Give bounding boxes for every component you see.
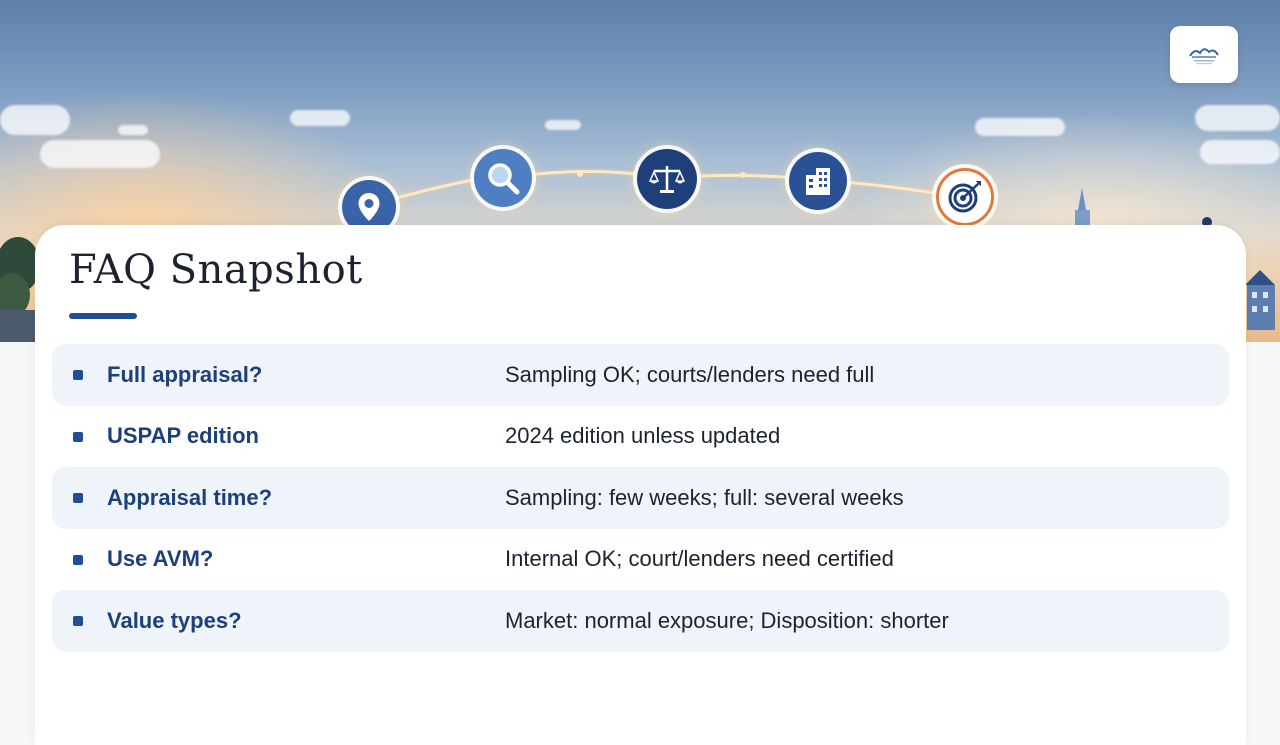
faq-list: Full appraisal? Sampling OK; courts/lend… bbox=[52, 344, 1229, 652]
faq-answer: Sampling OK; courts/lenders need full bbox=[505, 361, 875, 387]
target-icon bbox=[936, 168, 994, 226]
bullet-icon bbox=[73, 554, 83, 565]
company-logo bbox=[1170, 26, 1238, 83]
faq-row: USPAP edition 2024 edition unless update… bbox=[52, 406, 1229, 468]
faq-question: USPAP edition bbox=[107, 423, 259, 449]
faq-question: Full appraisal? bbox=[107, 361, 263, 387]
bullet-icon bbox=[73, 370, 83, 380]
magnifier-icon bbox=[474, 149, 532, 207]
faq-answer: Market: normal exposure; Disposition: sh… bbox=[505, 607, 949, 633]
faq-row: Appraisal time? Sampling: few weeks; ful… bbox=[52, 467, 1229, 529]
faq-row: Value types? Market: normal exposure; Di… bbox=[52, 590, 1229, 652]
faq-row: Use AVM? Internal OK; court/lenders need… bbox=[52, 529, 1229, 591]
bullet-icon bbox=[73, 493, 83, 503]
faq-question: Appraisal time? bbox=[107, 484, 273, 510]
faq-answer: 2024 edition unless updated bbox=[505, 423, 781, 449]
faq-answer: Sampling: few weeks; full: several weeks bbox=[505, 484, 904, 510]
logo-mark-icon bbox=[1189, 47, 1219, 64]
page-title: FAQ Snapshot bbox=[69, 247, 363, 293]
buildings-icon bbox=[789, 152, 847, 210]
bullet-icon bbox=[73, 431, 83, 442]
bullet-icon bbox=[73, 616, 83, 626]
faq-question: Value types? bbox=[107, 607, 242, 633]
faq-question: Use AVM? bbox=[107, 546, 214, 572]
scales-icon bbox=[637, 149, 697, 209]
faq-answer: Internal OK; court/lenders need certifie… bbox=[505, 546, 894, 572]
faq-card: FAQ Snapshot Full appraisal? Sampling OK… bbox=[35, 225, 1246, 745]
faq-row: Full appraisal? Sampling OK; courts/lend… bbox=[52, 344, 1229, 406]
title-underline bbox=[69, 313, 137, 319]
